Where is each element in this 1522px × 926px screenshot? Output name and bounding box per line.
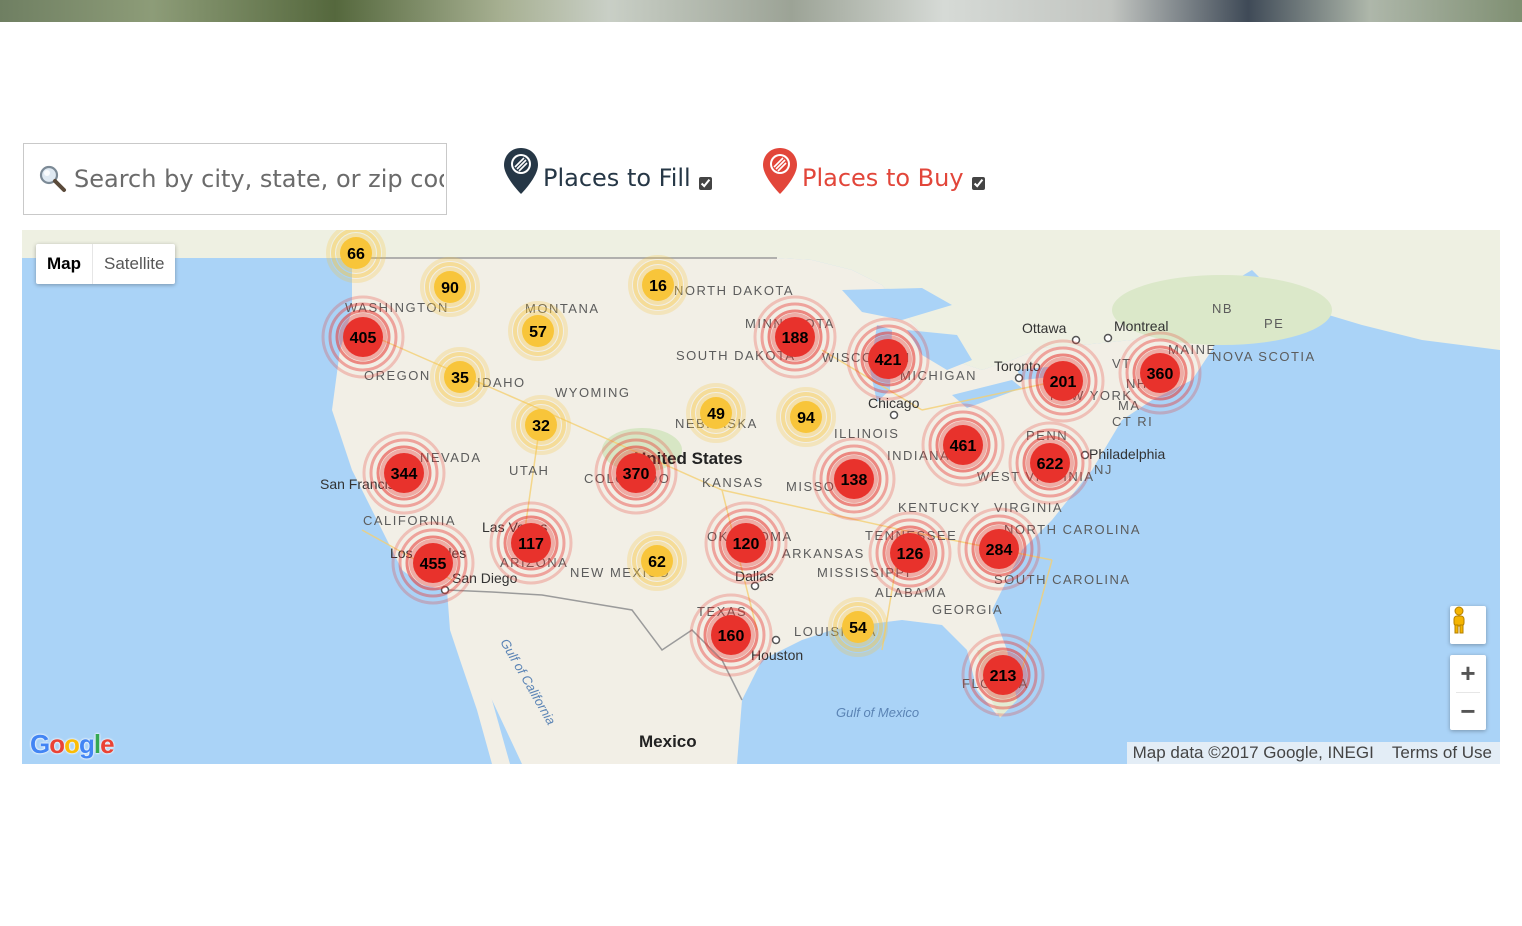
svg-text:NB: NB <box>1212 301 1233 316</box>
buy-pin-icon <box>763 148 797 194</box>
svg-text:CT RI: CT RI <box>1112 414 1153 429</box>
cluster-marker[interactable]: 94 <box>776 387 836 447</box>
filter-places-to-buy[interactable]: Places to Buy <box>762 143 985 195</box>
cluster-count: 54 <box>849 620 867 637</box>
cluster-count: 66 <box>347 246 365 263</box>
svg-text:NJ: NJ <box>1094 462 1113 477</box>
cluster-count: 421 <box>875 352 902 369</box>
cluster-count: 370 <box>623 466 650 483</box>
zoom-out-button[interactable]: − <box>1450 693 1486 730</box>
cluster-count: 344 <box>391 466 418 483</box>
cluster-count: 57 <box>529 324 547 341</box>
map-data-text: Map data ©2017 Google, INEGI <box>1132 743 1374 762</box>
cluster-count: 62 <box>648 554 666 571</box>
cluster-marker[interactable]: 16 <box>628 255 688 315</box>
hero-image-strip <box>0 0 1522 22</box>
cluster-count: 201 <box>1050 374 1077 391</box>
cluster-count: 405 <box>350 330 377 347</box>
cluster-marker[interactable]: 49 <box>686 383 746 443</box>
cluster-count: 455 <box>420 556 447 573</box>
cluster-count: 126 <box>897 546 924 563</box>
svg-text:Ottawa: Ottawa <box>1022 320 1067 336</box>
places-to-buy-label: Places to Buy <box>802 164 964 192</box>
search-box[interactable] <box>23 143 447 215</box>
cluster-marker[interactable]: 90 <box>420 257 480 317</box>
map-canvas[interactable]: WASHINGTON OREGON IDAHO MONTANA NORTH DA… <box>22 230 1500 764</box>
svg-text:PE: PE <box>1264 316 1284 331</box>
cluster-marker[interactable]: 54 <box>828 597 888 657</box>
cluster-count: 213 <box>990 668 1017 685</box>
places-to-fill-checkbox[interactable] <box>698 177 712 190</box>
svg-text:WYOMING: WYOMING <box>555 385 631 400</box>
svg-text:ARKANSAS: ARKANSAS <box>782 546 865 561</box>
svg-text:ILLINOIS: ILLINOIS <box>834 426 899 441</box>
cluster-count: 32 <box>532 418 550 435</box>
svg-text:UTAH: UTAH <box>509 463 549 478</box>
map-type-satellite-button[interactable]: Satellite <box>93 244 175 284</box>
cluster-count: 360 <box>1147 366 1174 383</box>
cluster-count: 90 <box>441 280 459 297</box>
zoom-control[interactable]: + − <box>1450 655 1486 730</box>
cluster-marker[interactable]: 57 <box>508 301 568 361</box>
cluster-count: 117 <box>518 536 544 553</box>
google-logo: Google <box>30 729 115 759</box>
cluster-count: 16 <box>649 278 667 295</box>
filter-places-to-fill[interactable]: Places to Fill <box>503 143 712 195</box>
fill-pin-icon <box>504 148 538 194</box>
svg-text:GEORGIA: GEORGIA <box>932 602 1003 617</box>
map-type-control[interactable]: Map Satellite <box>36 244 176 284</box>
cluster-count: 35 <box>451 370 469 387</box>
cluster-count: 138 <box>841 472 868 489</box>
search-input[interactable] <box>72 158 446 200</box>
map-attribution: Map data ©2017 Google, INEGI Terms of Us… <box>1126 742 1500 764</box>
places-to-fill-label: Places to Fill <box>543 164 691 192</box>
magnifier-icon <box>39 165 66 192</box>
cluster-marker[interactable]: 62 <box>627 531 687 591</box>
svg-text:CALIFORNIA: CALIFORNIA <box>363 513 456 528</box>
gulf-of-mexico-label: Gulf of Mexico <box>836 705 919 720</box>
svg-text:NORTH DAKOTA: NORTH DAKOTA <box>674 283 794 298</box>
cluster-count: 49 <box>707 406 725 423</box>
cluster-marker[interactable]: 35 <box>430 347 490 407</box>
map-type-map-button[interactable]: Map <box>36 244 93 284</box>
pegman-button[interactable] <box>1450 606 1486 644</box>
zoom-in-button[interactable]: + <box>1450 655 1486 692</box>
cluster-count: 622 <box>1037 456 1064 473</box>
cluster-count: 461 <box>950 438 977 455</box>
svg-text:KANSAS: KANSAS <box>702 475 764 490</box>
country-label-mexico: Mexico <box>639 732 697 751</box>
cluster-count: 284 <box>986 542 1013 559</box>
svg-text:Philadelphia: Philadelphia <box>1089 446 1165 462</box>
svg-text:NOVA SCOTIA: NOVA SCOTIA <box>1212 349 1316 364</box>
cluster-count: 120 <box>733 536 760 553</box>
cluster-marker[interactable]: 32 <box>511 395 571 455</box>
cluster-count: 160 <box>718 628 745 645</box>
map-base: WASHINGTON OREGON IDAHO MONTANA NORTH DA… <box>22 230 1500 764</box>
places-to-buy-checkbox[interactable] <box>971 177 985 190</box>
pegman-icon <box>1453 606 1465 634</box>
cluster-count: 188 <box>782 330 809 347</box>
terms-of-use-link[interactable]: Terms of Use <box>1392 743 1492 763</box>
cluster-count: 94 <box>797 410 815 427</box>
